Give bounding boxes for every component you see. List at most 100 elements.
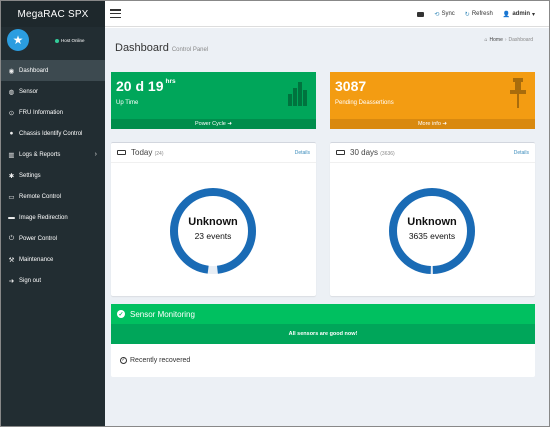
avatar: ★ — [7, 29, 29, 51]
status-dot-icon — [55, 38, 59, 43]
top-header: ⟲ Sync ↻ Refresh 👤 admin ▾ — [105, 1, 549, 27]
dashboard-icon: ◉ — [8, 67, 15, 75]
uptime-box: 20 d 19 hrs Up Time Power Cycle ➜ — [111, 72, 316, 129]
chart-icon: ▥ — [8, 151, 15, 159]
sidebar-item-logs-reports[interactable]: ▥ Logs & Reports › — [1, 144, 105, 165]
refresh-label: Refresh — [471, 11, 493, 17]
sidebar-item-label: Image Redirection — [19, 214, 68, 221]
hdd-icon — [336, 150, 345, 155]
main-content: Dashboard Control Panel ⌂ Home › Dashboar… — [105, 28, 549, 426]
uptime-value: 20 d 19 — [116, 78, 164, 94]
chevron-right-icon: › — [94, 151, 97, 158]
hdd-icon — [117, 150, 126, 155]
sync-button[interactable]: ⟲ Sync — [434, 11, 454, 18]
sidebar-item-remote-control[interactable]: ▭ Remote Control — [1, 186, 105, 207]
thirty-days-title: 30 days — [350, 148, 379, 157]
star-icon: ★ — [12, 33, 24, 47]
power-cycle-label: Power Cycle — [194, 121, 226, 127]
sidebar-item-maintenance[interactable]: ⚒ Maintenance — [1, 249, 105, 270]
disc-icon: ▬ — [8, 214, 15, 221]
sidebar-item-sign-out[interactable]: ➜ Sign out — [1, 270, 105, 291]
more-info-link[interactable]: More info ➜ — [330, 119, 535, 129]
app-frame: MegaRAC SPX ★ Host Online ◉ Dashboard ◍ … — [0, 0, 550, 427]
breadcrumb-home[interactable]: Home — [490, 37, 503, 43]
sidebar-item-label: Dashboard — [19, 67, 49, 74]
uptime-label: Up Time — [116, 100, 139, 106]
page-title-text: Dashboard — [115, 42, 169, 54]
caret-down-icon: ▾ — [531, 11, 535, 18]
recently-recovered-label: Recently recovered — [130, 356, 191, 364]
sidebar-item-sensor[interactable]: ◍ Sensor — [1, 81, 105, 102]
host-status-label: Host Online — [61, 38, 85, 43]
sync-icon: ⟲ — [434, 11, 440, 18]
sensor-monitoring-box: ✓ Sensor Monitoring All sensors are good… — [111, 304, 535, 377]
sidebar-item-label: Chassis Identify Control — [19, 130, 83, 137]
breadcrumb-current: Dashboard — [508, 37, 533, 43]
info-icon: ⊙ — [8, 109, 15, 117]
identify-icon: ● — [9, 130, 14, 137]
sidebar-item-label: Settings — [19, 172, 41, 179]
thirty-days-events-box: 30 days (3636) Details Unknown 3635 even… — [330, 142, 535, 296]
today-details-link[interactable]: Details — [295, 150, 310, 156]
page-subtitle: Control Panel — [171, 47, 209, 53]
sensor-icon: ◍ — [8, 88, 15, 96]
thirty-days-donut-sub-label: 3635 events — [408, 231, 456, 241]
breadcrumb-separator: › — [504, 37, 507, 43]
pushpin-icon — [510, 78, 526, 108]
power-icon: ⏻ — [8, 234, 15, 242]
sidebar-item-power-control[interactable]: ⏻ Power Control — [1, 228, 105, 249]
thirty-days-details-link[interactable]: Details — [514, 150, 529, 156]
arrow-circle-right-icon: ➜ — [442, 121, 448, 127]
today-donut-main-label: Unknown — [188, 216, 238, 228]
sidebar-item-label: Power Control — [19, 235, 58, 242]
sensor-monitoring-header: ✓ Sensor Monitoring — [111, 304, 535, 324]
sidebar-item-chassis-identify[interactable]: ● Chassis Identify Control — [1, 123, 105, 144]
signout-icon: ➜ — [8, 277, 15, 285]
power-cycle-link[interactable]: Power Cycle ➜ — [111, 119, 316, 129]
thirty-days-donut-main-label: Unknown — [407, 216, 457, 228]
notifications-button[interactable] — [417, 11, 425, 17]
sidebar-menu: ◉ Dashboard ◍ Sensor ⊙ FRU Information ●… — [1, 60, 105, 291]
recently-recovered[interactable]: ✓ Recently recovered — [111, 344, 535, 376]
sidebar-item-fru-information[interactable]: ⊙ FRU Information — [1, 102, 105, 123]
refresh-button[interactable]: ↻ Refresh — [465, 11, 493, 18]
sidebar-item-label: Remote Control — [19, 193, 62, 200]
uptime-unit: hrs — [165, 78, 176, 85]
user-menu[interactable]: 👤 admin ▾ — [503, 11, 535, 18]
thirty-days-donut-chart[interactable]: Unknown 3635 events — [389, 188, 475, 274]
today-title: Today — [131, 148, 153, 157]
breadcrumb: ⌂ Home › Dashboard — [484, 37, 533, 43]
check-circle-outline-icon: ✓ — [120, 356, 127, 364]
sidebar-item-dashboard[interactable]: ◉ Dashboard — [1, 60, 105, 81]
host-status: Host Online — [55, 38, 85, 43]
deassertions-label: Pending Deassertions — [335, 100, 394, 106]
header-actions: ⟲ Sync ↻ Refresh 👤 admin ▾ — [417, 1, 535, 27]
today-count: (24) — [154, 151, 164, 157]
sidebar-item-image-redirection[interactable]: ▬ Image Redirection — [1, 207, 105, 228]
sidebar-item-label: FRU Information — [19, 109, 64, 116]
user-panel: ★ Host Online — [1, 27, 105, 59]
more-info-label: More info — [417, 121, 441, 127]
today-events-box: Today (24) Details Unknown 23 events — [111, 142, 316, 296]
sync-label: Sync — [441, 11, 455, 17]
refresh-icon: ↻ — [464, 11, 470, 18]
hamburger-menu-icon[interactable] — [110, 9, 121, 18]
user-label: admin — [512, 11, 530, 17]
sidebar-item-label: Sign out — [19, 277, 42, 284]
envelope-icon — [417, 11, 425, 17]
bar-chart-icon — [288, 82, 307, 106]
gear-icon: ✱ — [8, 172, 15, 180]
today-donut-chart[interactable]: Unknown 23 events — [170, 188, 256, 274]
user-icon: 👤 — [502, 11, 511, 18]
deassertions-value: 3087 — [335, 78, 367, 94]
monitor-icon: ▭ — [8, 193, 15, 201]
brand-logo[interactable]: MegaRAC SPX — [1, 1, 105, 27]
sidebar-item-label: Maintenance — [19, 256, 54, 263]
home-icon: ⌂ — [484, 37, 488, 43]
pending-deassertions-box: 3087 Pending Deassertions More info ➜ — [330, 72, 535, 129]
page-title: Dashboard Control Panel — [115, 42, 208, 54]
check-circle-icon: ✓ — [117, 310, 125, 318]
sensor-monitoring-title: Sensor Monitoring — [130, 309, 195, 319]
sidebar-item-label: Sensor — [19, 88, 39, 95]
sidebar-item-settings[interactable]: ✱ Settings — [1, 165, 105, 186]
